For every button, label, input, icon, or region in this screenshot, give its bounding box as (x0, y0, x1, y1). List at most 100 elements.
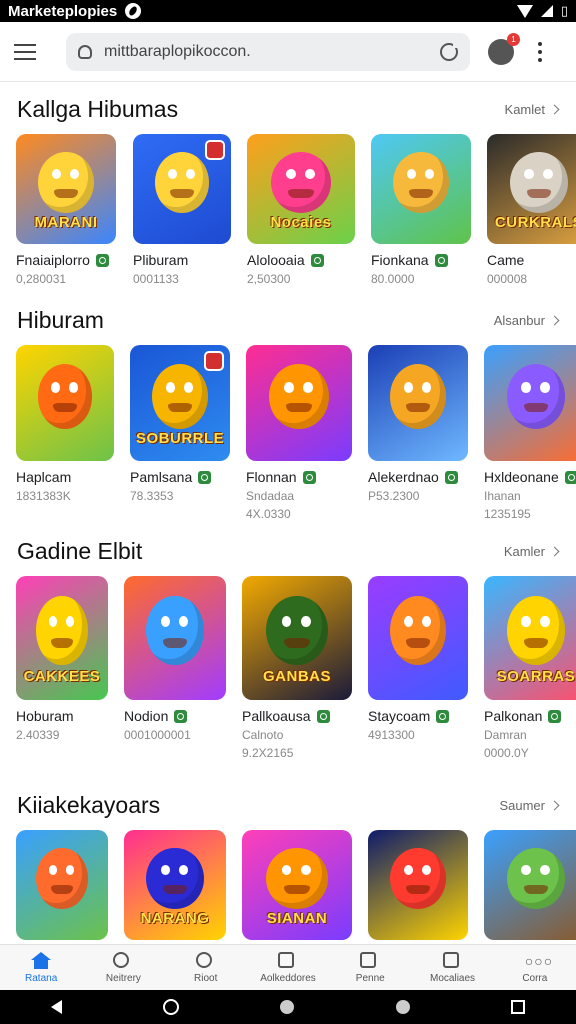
app-icon-art[interactable] (16, 345, 114, 461)
section-more-link[interactable]: Kamler (504, 544, 560, 559)
app-tile[interactable]: Fionkana 80.0000 (371, 134, 471, 286)
app-name[interactable]: Hxldeonane (484, 469, 559, 485)
app-icon-art[interactable] (371, 134, 471, 244)
app-icon-art[interactable] (124, 576, 226, 700)
app-icon-art[interactable]: SOARRAS (484, 576, 576, 700)
app-icon-art[interactable] (484, 830, 576, 940)
app-name-row[interactable]: Pamlsana (130, 469, 230, 485)
home-circle-icon[interactable] (163, 999, 180, 1015)
app-icon-art[interactable] (368, 830, 468, 940)
app-name-row[interactable]: Nodion (124, 708, 226, 724)
app-tile[interactable]: Alekerdnao P53.2300 (368, 345, 468, 521)
app-name[interactable]: Staycoam (368, 708, 430, 724)
app-tile[interactable]: CURKRALS Came 000008 (487, 134, 576, 286)
app-name[interactable]: Pallkoausa (242, 708, 311, 724)
nav-item-1[interactable]: Neitrery (83, 951, 163, 984)
app-tile[interactable]: CAKKEES Hoburam 2.40339 (16, 576, 108, 760)
section-more-label[interactable]: Kamlet (505, 102, 545, 117)
nav-label[interactable]: Ratana (25, 973, 57, 984)
app-name-row[interactable]: Flonnan (246, 469, 352, 485)
nav-item-5[interactable]: Mocaliaes (413, 951, 493, 984)
app-name[interactable]: Pamlsana (130, 469, 192, 485)
address-bar[interactable]: mittbaraplopikoccon. (66, 32, 470, 71)
app-name[interactable]: Palkonan (484, 708, 542, 724)
menu-icon[interactable] (14, 38, 42, 66)
app-name[interactable]: Flonnan (246, 469, 297, 485)
app-tile[interactable] (16, 830, 108, 940)
nav-item-6[interactable]: ○○○ Corra (495, 952, 575, 984)
app-tile[interactable]: Staycoam 4913300 (368, 576, 468, 760)
app-icon-art[interactable]: CURKRALS (487, 134, 576, 244)
app-icon-art[interactable] (246, 345, 352, 461)
app-name-row[interactable]: Haplcam (16, 469, 114, 485)
app-name[interactable]: Pliburam (133, 252, 188, 268)
app-tile[interactable]: Nocaies Alolooaia 2,50300 (247, 134, 355, 286)
section-more-link[interactable]: Kamlet (505, 102, 560, 117)
app-name-row[interactable]: Hoburam (16, 708, 108, 724)
app-name[interactable]: Nodion (124, 708, 168, 724)
app-tile[interactable]: Pliburam 0001133 (133, 134, 231, 286)
app-name-row[interactable]: Alolooaia (247, 252, 355, 268)
assistant-dot-icon[interactable] (280, 1000, 295, 1014)
section-more-label[interactable]: Alsanbur (494, 313, 545, 328)
section-more-label[interactable]: Saumer (499, 798, 545, 813)
nav-label[interactable]: Neitrery (106, 973, 141, 984)
app-tile[interactable]: Hxldeonane Ihanan 1235195 (484, 345, 576, 521)
app-name-row[interactable]: Hxldeonane (484, 469, 576, 485)
app-tile[interactable]: Flonnan Sndadaa 4X.0330 (246, 345, 352, 521)
app-tile[interactable]: GANBAS Pallkoausa Calnoto 9.2X2165 (242, 576, 352, 760)
nav-item-4[interactable]: Penne (330, 951, 410, 984)
app-name[interactable]: Fnaiaiplorro (16, 252, 90, 268)
app-tile[interactable]: Nodion 0001000001 (124, 576, 226, 760)
app-tile[interactable]: Haplcam 1831383K (16, 345, 114, 521)
app-icon-art[interactable]: SOBURRLE (130, 345, 230, 461)
nav-label[interactable]: Corra (522, 973, 547, 984)
recents-icon[interactable] (511, 1000, 526, 1014)
more-icon[interactable] (538, 41, 542, 62)
app-name[interactable]: Hoburam (16, 708, 74, 724)
app-name[interactable]: Alolooaia (247, 252, 305, 268)
app-tile[interactable]: SOBURRLE Pamlsana 78.3353 (130, 345, 230, 521)
app-name-row[interactable]: Fnaiaiplorro (16, 252, 116, 268)
app-tile[interactable]: SIANAN (242, 830, 352, 940)
app-icon-art[interactable]: CAKKEES (16, 576, 108, 700)
app-icon-art[interactable]: MARANI (16, 134, 116, 244)
app-name-row[interactable]: Staycoam (368, 708, 468, 724)
app-icon-art[interactable] (484, 345, 576, 461)
app-name-row[interactable]: Pliburam (133, 252, 231, 268)
app-tile[interactable]: NARANG (124, 830, 226, 940)
section-more-link[interactable]: Alsanbur (494, 313, 560, 328)
address-url[interactable]: mittbaraplopikoccon. (104, 43, 440, 61)
reload-icon[interactable] (440, 41, 459, 61)
nav-item-2[interactable]: Rioot (166, 951, 246, 984)
nav-label[interactable]: Rioot (194, 973, 217, 984)
app-tile[interactable] (484, 830, 576, 940)
app-icon-art[interactable] (368, 576, 468, 700)
assistant-dot-icon-2[interactable] (395, 1000, 410, 1014)
app-name[interactable]: Haplcam (16, 469, 71, 485)
nav-item-0[interactable]: Ratana (1, 951, 81, 984)
nav-item-3[interactable]: Aolkeddores (248, 951, 328, 984)
app-icon-art[interactable]: Nocaies (247, 134, 355, 244)
app-name[interactable]: Came (487, 252, 524, 268)
back-icon[interactable] (50, 1000, 62, 1014)
app-name-row[interactable]: Came (487, 252, 576, 268)
app-name-row[interactable]: Palkonan (484, 708, 576, 724)
section-more-label[interactable]: Kamler (504, 544, 545, 559)
app-icon-art[interactable] (133, 134, 231, 244)
nav-label[interactable]: Aolkeddores (260, 973, 316, 984)
profile-icon[interactable]: 1 (488, 32, 520, 65)
app-icon-art[interactable] (368, 345, 468, 461)
app-icon-art[interactable]: NARANG (124, 830, 226, 940)
app-name-row[interactable]: Pallkoausa (242, 708, 352, 724)
app-name-row[interactable]: Alekerdnao (368, 469, 468, 485)
app-name[interactable]: Alekerdnao (368, 469, 439, 485)
nav-label[interactable]: Penne (356, 973, 385, 984)
app-icon-art[interactable]: SIANAN (242, 830, 352, 940)
app-icon-art[interactable] (16, 830, 108, 940)
app-name-row[interactable]: Fionkana (371, 252, 471, 268)
app-tile[interactable] (368, 830, 468, 940)
app-icon-art[interactable]: GANBAS (242, 576, 352, 700)
app-name[interactable]: Fionkana (371, 252, 429, 268)
section-more-link[interactable]: Saumer (499, 798, 560, 813)
